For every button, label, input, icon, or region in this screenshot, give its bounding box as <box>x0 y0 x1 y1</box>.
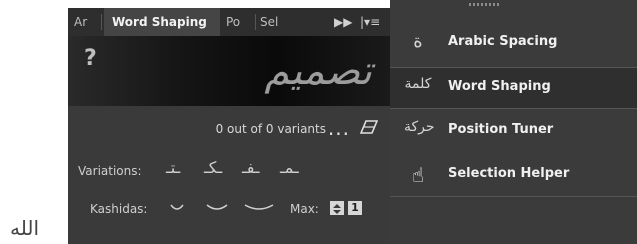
max-stepper[interactable] <box>330 201 344 215</box>
fast-forward-icon[interactable]: ▶▶ <box>334 8 352 36</box>
help-icon[interactable]: ? <box>84 46 97 71</box>
kashidas-label: Kashidas: <box>90 202 148 216</box>
hand-pointer-icon: ☝ <box>411 163 425 187</box>
panel-grip[interactable] <box>469 3 499 6</box>
max-label: Max: <box>290 202 319 216</box>
arabic-spacing-icon: ة <box>413 31 423 52</box>
shaping-preview: ? تصميم <box>68 36 390 106</box>
tab-word-shaping[interactable]: Word Shaping <box>104 8 220 36</box>
tab-label: Word Shaping <box>112 15 207 29</box>
tab-selection-helper[interactable]: Sel <box>260 8 296 36</box>
stepper-arrows-icon[interactable] <box>330 202 344 216</box>
menu-item-label: Word Shaping <box>448 79 551 94</box>
menu-item-label: Position Tuner <box>448 122 554 137</box>
tab-label: Sel <box>260 15 279 29</box>
tab-divider <box>101 14 102 30</box>
variants-count: 0 out of 0 variants <box>215 122 326 136</box>
tab-arabic-spacing[interactable]: Ar <box>74 8 102 36</box>
tab-position-tuner[interactable]: Po <box>226 8 256 36</box>
variations-label: Variations: <box>78 164 142 178</box>
variants-row: 0 out of 0 variants ... <box>68 116 390 142</box>
more-variants-button[interactable]: ... <box>328 116 350 140</box>
kashida-long-icon[interactable] <box>244 204 274 212</box>
menu-item-selection-helper[interactable]: ☝ Selection Helper <box>390 155 637 195</box>
document-text: الله <box>10 216 39 240</box>
tab-divider <box>255 14 256 30</box>
preview-sample-text: تصميم <box>264 48 372 94</box>
tab-label: Po <box>226 15 241 29</box>
panel-tab-bar: Ar Word Shaping Po Sel ▶▶ |▾≡ <box>68 8 390 36</box>
menu-item-arabic-spacing[interactable]: ة Arabic Spacing <box>390 23 637 63</box>
tab-label: Ar <box>74 15 88 29</box>
tools-menu-panel: ة Arabic Spacing كلمة Word Shaping حركة … <box>390 0 637 244</box>
variation-glyph[interactable]: ـمـ <box>280 158 299 177</box>
variation-glyph[interactable]: ـفـ <box>242 158 259 177</box>
menu-divider <box>390 196 637 197</box>
menu-item-position-tuner[interactable]: حركة Position Tuner <box>390 111 637 151</box>
menu-item-word-shaping[interactable]: كلمة Word Shaping <box>390 67 637 109</box>
word-shaping-icon: كلمة <box>404 76 432 92</box>
panel-menu-icon[interactable]: |▾≡ <box>360 8 380 36</box>
kashida-medium-icon[interactable] <box>206 204 228 212</box>
kashida-short-icon[interactable] <box>170 204 184 212</box>
variation-glyph[interactable]: ـكـ <box>204 158 222 177</box>
position-tuner-icon: حركة <box>404 119 435 135</box>
menu-item-label: Selection Helper <box>448 166 570 181</box>
max-value-input[interactable]: 1 <box>348 201 362 215</box>
variation-glyph[interactable]: ـتـ <box>166 158 180 177</box>
word-shaping-panel: Ar Word Shaping Po Sel ▶▶ |▾≡ ? تصميم 0 … <box>68 8 390 244</box>
menu-item-label: Arabic Spacing <box>448 34 558 49</box>
eraser-icon[interactable] <box>360 120 378 134</box>
